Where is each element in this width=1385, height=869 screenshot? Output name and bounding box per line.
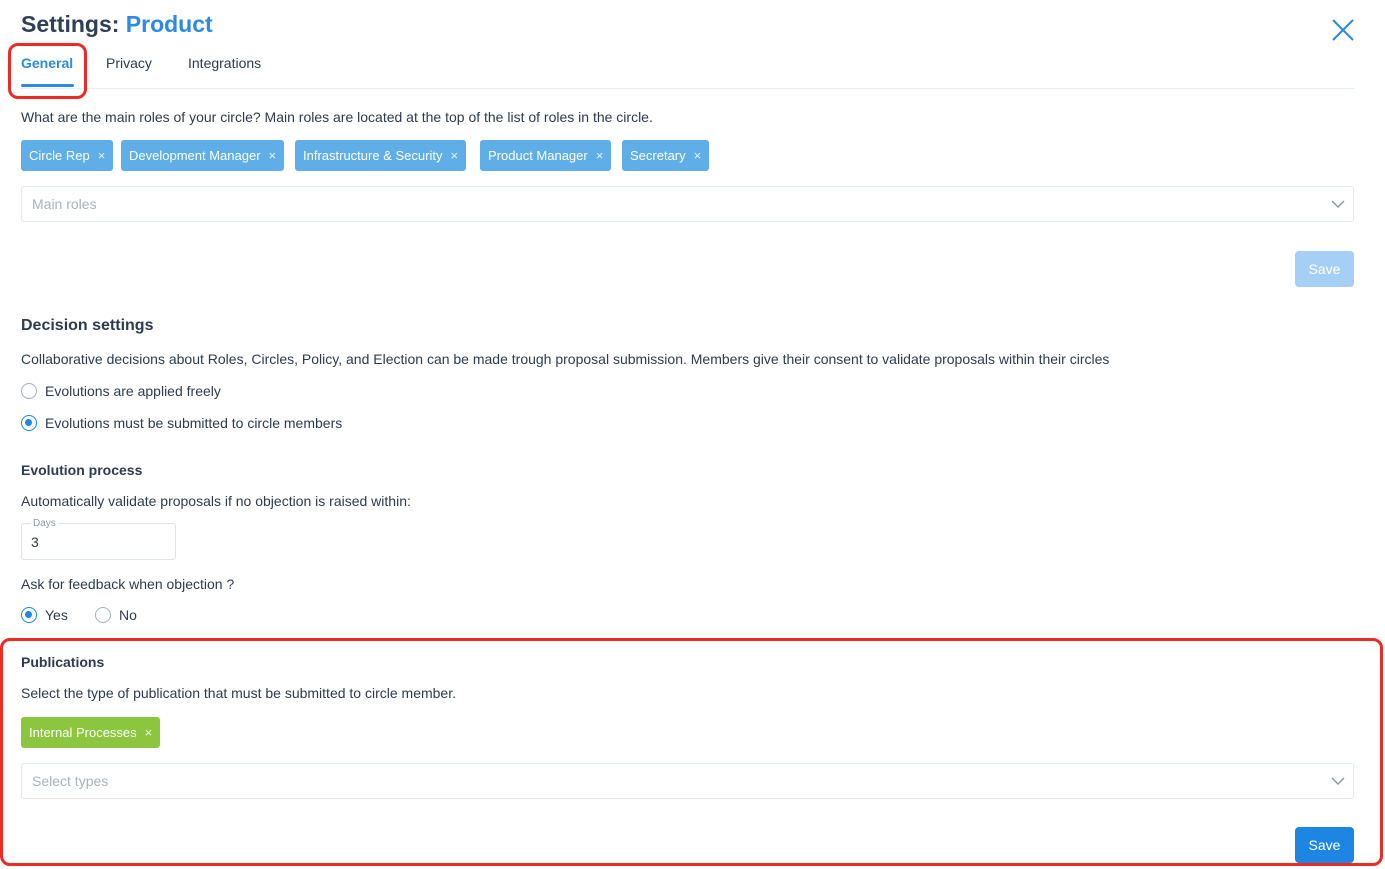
chevron-down-icon [1331,200,1345,208]
chip-label: Development Manager [129,148,261,163]
publication-chip-internal-processes: Internal Processes × [21,717,161,748]
chip-label: Internal Processes [29,725,137,740]
radio-submitted-to-members-label[interactable]: Evolutions must be submitted to circle m… [45,415,342,431]
radio-feedback-no-label[interactable]: No [119,607,137,623]
save-publications-button[interactable]: Save [1295,827,1354,863]
title-circle-name: Product [125,11,213,37]
radio-applied-freely-label[interactable]: Evolutions are applied freely [45,383,221,399]
main-roles-select[interactable]: Main roles [21,186,1354,222]
role-chip-infrastructure-security: Infrastructure & Security × [295,140,467,171]
chip-label: Product Manager [488,148,588,163]
save-main-roles-button[interactable]: Save [1295,251,1354,287]
radio-feedback-no[interactable] [95,607,111,623]
decision-description: Collaborative decisions about Roles, Cir… [21,351,1110,367]
chip-remove-icon[interactable]: × [694,148,702,163]
radio-applied-freely[interactable] [21,383,37,399]
publication-types-placeholder: Select types [32,773,109,789]
chip-remove-icon[interactable]: × [98,148,106,163]
tabs-divider [21,88,1354,89]
role-chip-product-manager: Product Manager × [480,140,612,171]
chip-remove-icon[interactable]: × [450,148,458,163]
chip-remove-icon[interactable]: × [269,148,277,163]
radio-feedback-yes-label[interactable]: Yes [45,607,68,623]
publications-description: Select the type of publication that must… [21,685,456,701]
evolution-description: Automatically validate proposals if no o… [21,493,411,509]
close-icon[interactable] [1329,16,1357,44]
page-title: Settings: Product [21,11,213,38]
role-chip-circle-rep: Circle Rep × [21,140,114,171]
tab-integrations[interactable]: Integrations [188,55,261,71]
role-chip-secretary: Secretary × [622,140,710,171]
days-field-value[interactable]: 3 [31,534,39,550]
highlight-general-tab [8,43,87,99]
chip-remove-icon[interactable]: × [596,148,604,163]
role-chip-development-manager: Development Manager × [121,140,285,171]
radio-feedback-yes[interactable] [21,607,37,623]
chip-label: Circle Rep [29,148,90,163]
chevron-down-icon [1331,777,1345,785]
highlight-publications-section [0,638,1383,866]
radio-submitted-to-members[interactable] [21,415,37,431]
evolution-process-heading: Evolution process [21,462,143,478]
title-prefix: Settings: [21,11,120,37]
main-roles-placeholder: Main roles [32,196,97,212]
feedback-question: Ask for feedback when objection ? [21,576,235,592]
publication-types-select[interactable]: Select types [21,763,1354,799]
chip-label: Secretary [630,148,686,163]
tab-privacy[interactable]: Privacy [106,55,152,71]
chip-label: Infrastructure & Security [303,148,443,163]
decision-settings-heading: Decision settings [21,317,154,334]
publications-heading: Publications [21,654,105,670]
main-roles-question: What are the main roles of your circle? … [21,109,653,125]
chip-remove-icon[interactable]: × [145,725,153,740]
days-field-label: Days [31,518,58,529]
